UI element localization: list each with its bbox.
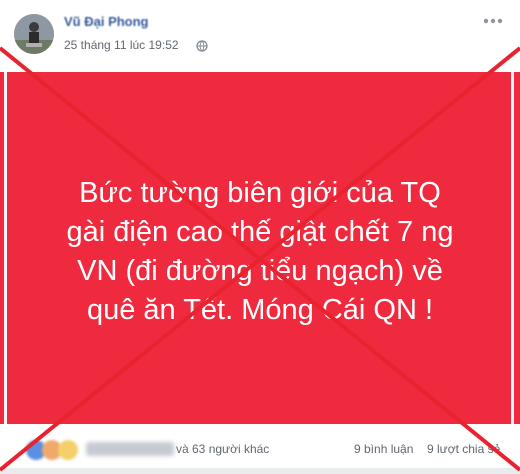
facebook-post: Vũ Đại Phong 25 tháng 11 lúc 19:52 Bức t… [0,0,520,474]
post-image[interactable]: Bức tường biên giới của TQ gài điện cao … [0,72,520,424]
post-footer: và 63 người khác 9 bình luận 9 lượt chia… [0,430,520,470]
reaction-icons[interactable] [26,440,86,460]
comments-count[interactable]: 9 bình luận [354,442,413,456]
liker-names-redacted [86,442,174,456]
globe-icon [196,40,208,52]
haha-reaction-icon [58,440,78,460]
post-timestamp[interactable]: 25 tháng 11 lúc 19:52 [64,38,179,52]
likes-count[interactable]: và 63 người khác [176,442,269,456]
image-text-line: gài điện cao thế giật chết 7 ng [66,216,454,248]
divider [0,468,520,474]
image-text: Bức tường biên giới của TQ gài điện cao … [40,174,480,330]
post-header: Vũ Đại Phong 25 tháng 11 lúc 19:52 [0,0,520,70]
more-options-icon[interactable] [482,16,504,26]
image-text-line: Bức tường biên giới của TQ [79,177,441,209]
image-text-line: quê ăn Tết. Móng Cái QN ! [86,294,434,326]
shares-count[interactable]: 9 lượt chia sẻ [427,442,500,456]
author-name[interactable]: Vũ Đại Phong [64,14,149,29]
image-text-line: VN (đi đường tiểu ngạch) về [77,255,443,287]
avatar[interactable] [14,14,54,54]
avatar-image [14,14,54,54]
